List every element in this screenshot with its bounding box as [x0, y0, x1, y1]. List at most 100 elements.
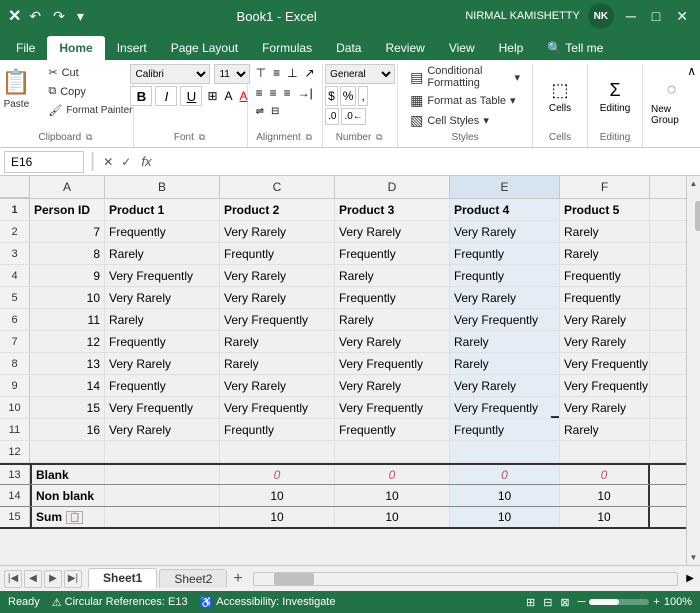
borders-button[interactable]: ⊞ [205, 87, 219, 105]
sheet-nav-prev[interactable]: ◀ [24, 570, 42, 588]
cell-E6[interactable]: Very Frequently [450, 309, 560, 330]
cell-C4[interactable]: Very Rarely [220, 265, 335, 286]
tab-help[interactable]: Help [487, 36, 536, 60]
tab-file[interactable]: File [4, 36, 47, 60]
align-center-button[interactable]: ≡ [268, 84, 279, 102]
cell-D13[interactable]: 0 [335, 465, 450, 484]
cell-E8[interactable]: Rarely [450, 353, 560, 374]
cell-F14[interactable]: 10 [560, 485, 650, 506]
cell-A1[interactable]: Person ID [30, 199, 105, 220]
cell-E10[interactable]: Very Frequently ▼ [450, 397, 560, 418]
cell-D1[interactable]: Product 3 [335, 199, 450, 220]
cell-F2[interactable]: Rarely [560, 221, 650, 242]
cell-F15[interactable]: 10 [560, 507, 650, 527]
view-page-break-btn[interactable]: ⊠ [560, 596, 569, 609]
cell-B14[interactable] [105, 485, 220, 506]
cell-C15[interactable]: 10 [220, 507, 335, 527]
cell-styles-button[interactable]: ▧ Cell Styles ▾ [406, 111, 493, 130]
paste-button[interactable]: 📋 Paste [0, 64, 38, 114]
merge-button[interactable]: ⊟ [269, 104, 281, 119]
cell-A10[interactable]: 15 [30, 397, 105, 418]
tab-home[interactable]: Home [47, 36, 104, 60]
cell-E13[interactable]: 0 [450, 465, 560, 484]
cell-C10[interactable]: Very Frequently [220, 397, 335, 418]
undo-btn[interactable]: ↶ [25, 6, 45, 27]
cell-A8[interactable]: 13 [30, 353, 105, 374]
cell-A11[interactable]: 16 [30, 419, 105, 440]
cell-C5[interactable]: Very Rarely [220, 287, 335, 308]
cell-F9[interactable]: Very Frequently [560, 375, 650, 396]
align-bottom-button[interactable]: ⊥ [285, 64, 299, 82]
tab-insert[interactable]: Insert [105, 36, 159, 60]
cell-E14[interactable]: 10 [450, 485, 560, 506]
cell-C3[interactable]: Frequntly [220, 243, 335, 264]
cell-C9[interactable]: Very Rarely [220, 375, 335, 396]
cell-A14[interactable]: Non blank [30, 485, 105, 506]
cell-E4[interactable]: Frequntly [450, 265, 560, 286]
cell-B10[interactable]: Very Frequently [105, 397, 220, 418]
cell-F5[interactable]: Frequently [560, 287, 650, 308]
cell-F12[interactable] [560, 441, 650, 462]
cell-B6[interactable]: Rarely [105, 309, 220, 330]
font-family-select[interactable]: Calibri [130, 64, 210, 84]
tab-review[interactable]: Review [373, 36, 436, 60]
italic-button[interactable]: I [155, 86, 177, 106]
cell-F10[interactable]: Very Rarely [560, 397, 650, 418]
col-header-A[interactable]: A [30, 176, 105, 198]
view-layout-btn[interactable]: ⊟ [543, 596, 552, 609]
zoom-minus-btn[interactable]: ─ [578, 596, 586, 608]
cell-C13[interactable]: 0 [220, 465, 335, 484]
cell-C2[interactable]: Very Rarely [220, 221, 335, 242]
bold-button[interactable]: B [130, 86, 152, 106]
sheet-nav-first[interactable]: |◀ [4, 570, 22, 588]
vertical-scrollbar[interactable]: ▲ ▼ [686, 176, 700, 565]
view-normal-btn[interactable]: ⊞ [526, 596, 535, 609]
close-btn[interactable]: ✕ [672, 6, 692, 27]
cell-F11[interactable]: Rarely [560, 419, 650, 440]
font-size-select[interactable]: 11 [214, 64, 250, 84]
sheet-nav-next[interactable]: ▶ [44, 570, 62, 588]
tab-page-layout[interactable]: Page Layout [159, 36, 250, 60]
cell-C11[interactable]: Frequntly [220, 419, 335, 440]
align-top-button[interactable]: ⊤ [254, 64, 268, 82]
col-header-B[interactable]: B [105, 176, 220, 198]
format-painter-button[interactable]: 🖌Format Painter [42, 102, 138, 119]
cell-D11[interactable]: Frequently [335, 419, 450, 440]
cell-F3[interactable]: Rarely [560, 243, 650, 264]
tab-formulas[interactable]: Formulas [250, 36, 324, 60]
paste-options-icon[interactable]: 📋 [66, 511, 83, 524]
indent-button[interactable]: →| [296, 84, 315, 102]
cell-C6[interactable]: Very Frequently [220, 309, 335, 330]
scroll-right-btn[interactable]: ▶ [684, 571, 696, 586]
copy-button[interactable]: ⧉Copy [42, 83, 138, 100]
cell-E1[interactable]: Product 4 [450, 199, 560, 220]
cell-E12[interactable] [450, 441, 560, 462]
percent-button[interactable]: % [340, 86, 357, 106]
cell-A5[interactable]: 10 [30, 287, 105, 308]
cell-C8[interactable]: Rarely [220, 353, 335, 374]
cell-B3[interactable]: Rarely [105, 243, 220, 264]
cell-C7[interactable]: Rarely [220, 331, 335, 352]
cell-F6[interactable]: Very Rarely [560, 309, 650, 330]
tab-tell-me[interactable]: 🔍Tell me [535, 36, 615, 60]
cell-D2[interactable]: Very Rarely [335, 221, 450, 242]
sheet-tab-sheet1[interactable]: Sheet1 [88, 568, 157, 589]
redo-btn[interactable]: ↷ [49, 6, 69, 27]
scroll-thumb[interactable] [695, 201, 700, 231]
cell-F4[interactable]: Frequently [560, 265, 650, 286]
increase-decimal-button[interactable]: .0 [325, 108, 339, 125]
cell-A6[interactable]: 11 [30, 309, 105, 330]
cell-D7[interactable]: Very Rarely [335, 331, 450, 352]
fill-color-button[interactable]: A [223, 87, 235, 105]
align-middle-button[interactable]: ≡ [271, 64, 282, 82]
cell-E5[interactable]: Very Rarely [450, 287, 560, 308]
cell-E15[interactable]: 10 [450, 507, 560, 527]
comma-button[interactable]: , [358, 86, 367, 106]
cell-D5[interactable]: Frequently [335, 287, 450, 308]
underline-button[interactable]: U [180, 86, 202, 106]
cell-E11[interactable]: Frequntly [450, 419, 560, 440]
currency-button[interactable]: $ [325, 86, 338, 106]
text-rotate-button[interactable]: ↗ [303, 64, 317, 82]
scroll-down-arrow[interactable]: ▼ [687, 550, 700, 565]
cell-E7[interactable]: Rarely [450, 331, 560, 352]
